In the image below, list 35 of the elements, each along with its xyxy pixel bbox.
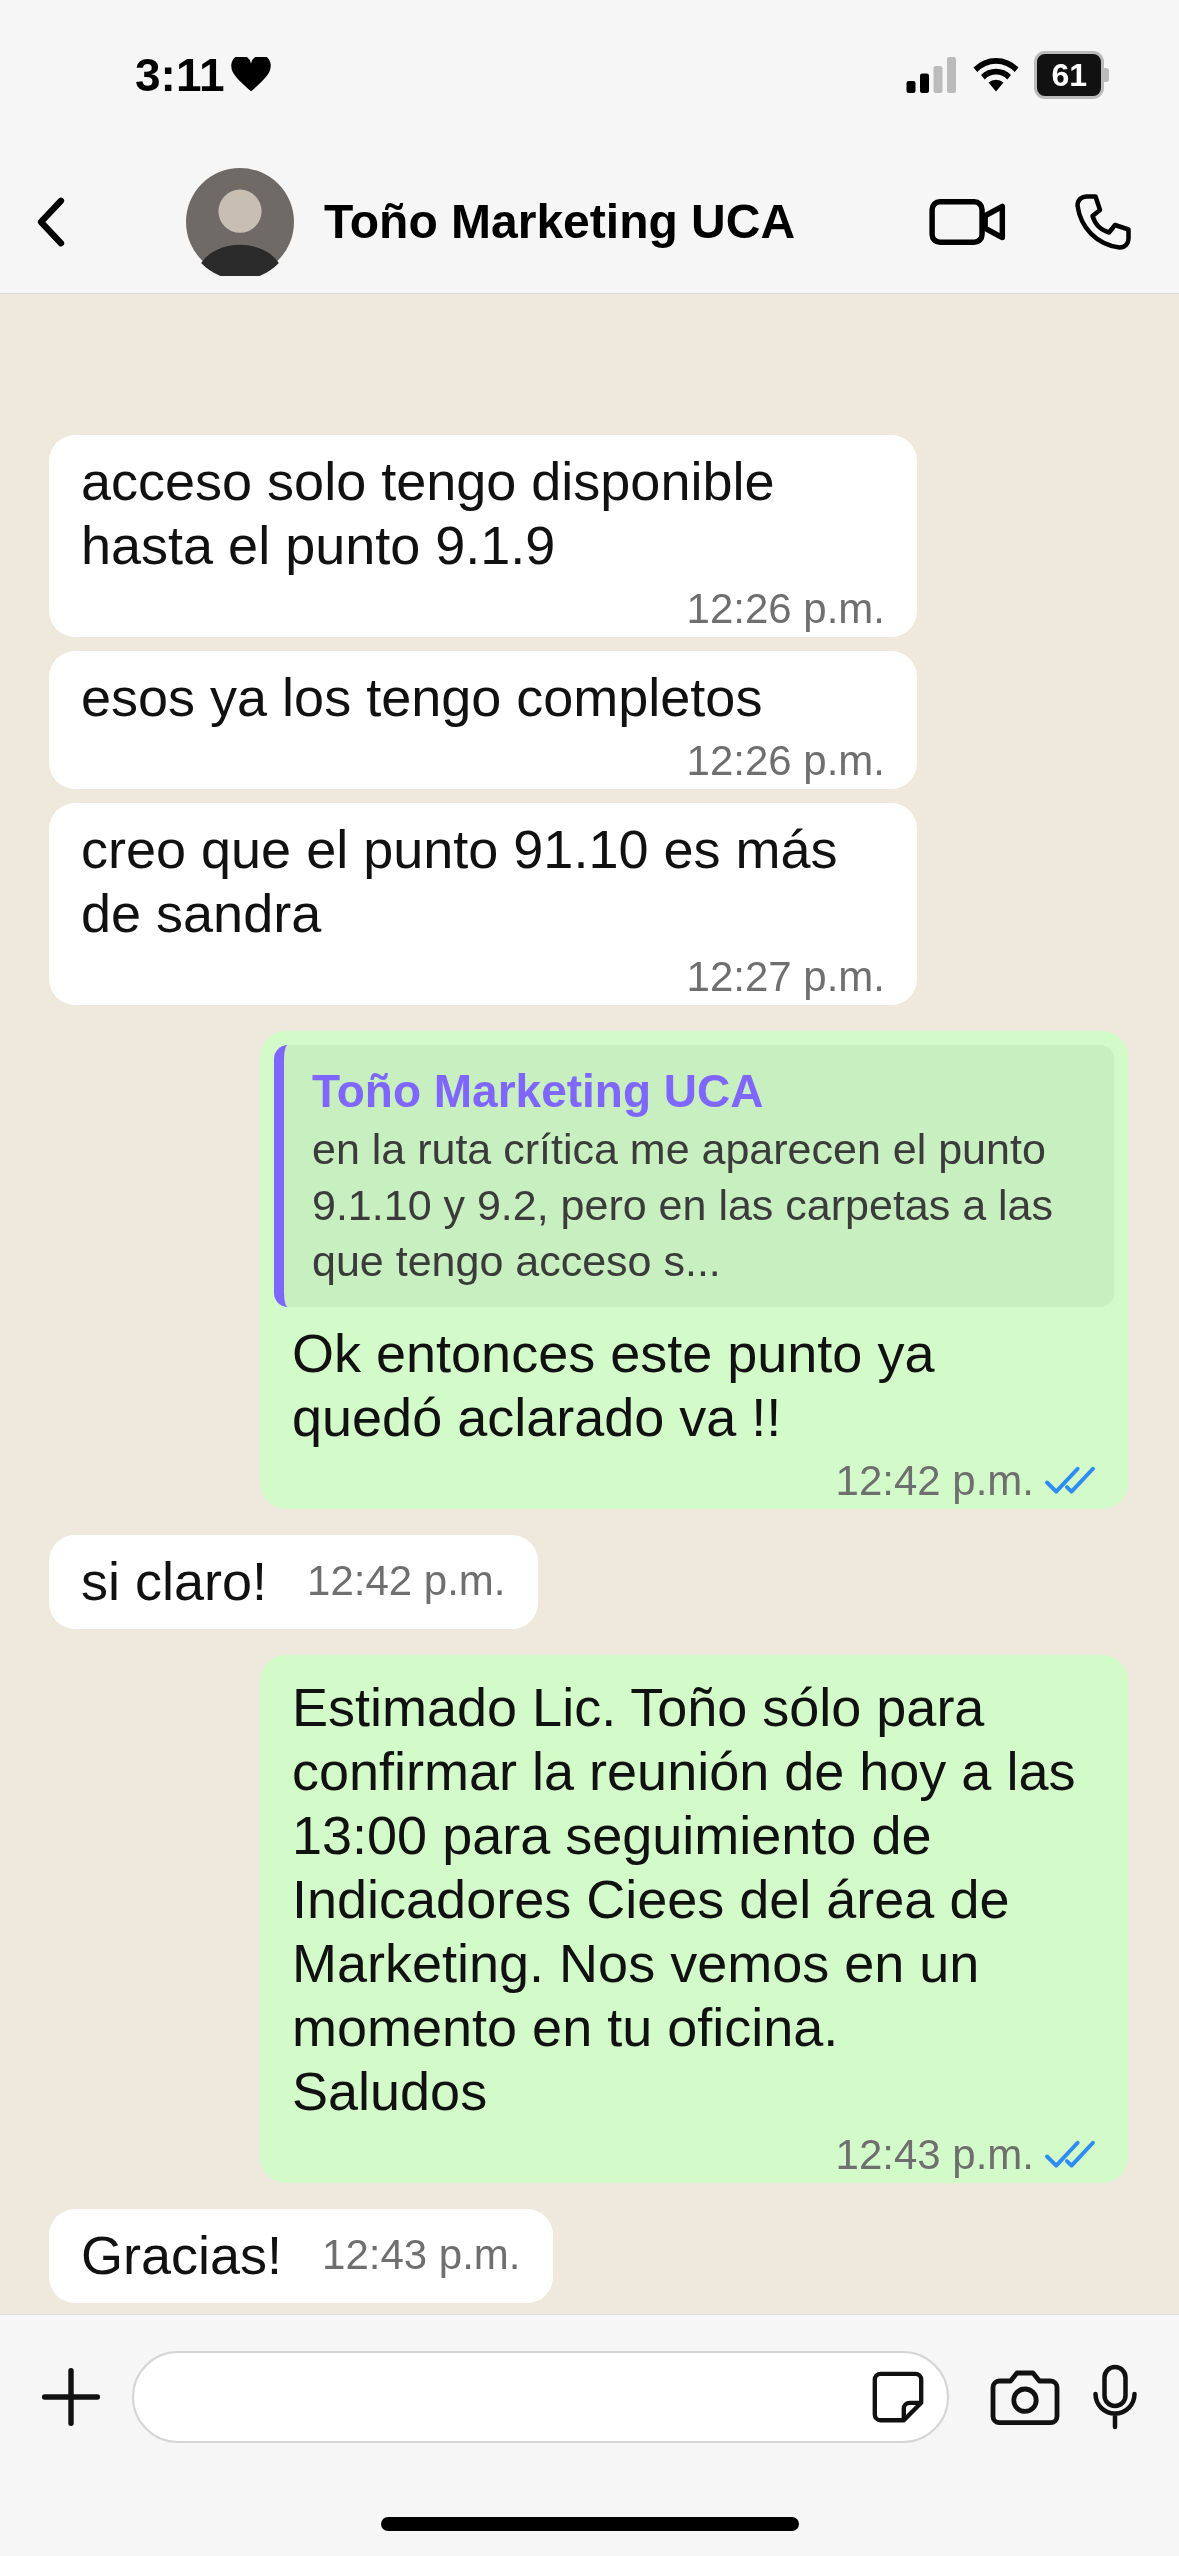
microphone-icon[interactable] [1091,2364,1139,2430]
back-icon[interactable] [36,196,66,247]
message-bubble[interactable]: acceso solo tengo disponible hasta el punto 9.1.9 12:26 p.m. [49,435,917,637]
message-text: Ok entonces este punto ya quedó aclarado va !! [292,1322,936,1449]
message-bubble[interactable]: Estimado Lic. Toño sólo para confirmar la reunión de hoy a las 13:00 para seguimiento de Indicadores Ciees del área de Marketing. Nos vemos en un momento en tu oficina. Saludos 12:43 p.m. [260,1655,1128,2183]
message-bubble[interactable]: Toño Marketing UCA en la ruta crítica me aparecen el punto 9.1.10 y 9.2, pero en las carpetas a las que tengo acceso s... Ok entonces este punto ya quedó aclarado va !! 12:42 p.m. [260,1031,1128,1509]
heart-icon [230,57,271,93]
message-time: 12:26 p.m. [686,587,885,631]
message-time: 12:42 p.m. [307,1559,506,1603]
quote-text: en la ruta crítica me aparecen el punto 9.1.10 y 9.2, pero en las carpetas a las que tengo acceso s... [312,1124,1054,1287]
message-time: 12:43 p.m. [835,2133,1034,2177]
message-bubble[interactable]: esos ya los tengo completos 12:26 p.m. [49,651,917,789]
message-bubble[interactable]: Gracias! 12:43 p.m. [49,2209,553,2303]
message-bubble[interactable]: creo que el punto 91.10 es más de sandra 12:27 p.m. [49,803,917,1005]
avatar[interactable] [186,167,294,276]
signal-icon [906,57,959,93]
quote-author: Toño Marketing UCA [312,1064,765,1119]
contact-name[interactable]: Toño Marketing UCA [324,194,796,249]
message-time: 12:43 p.m. [322,2233,521,2277]
quoted-message[interactable]: Toño Marketing UCA en la ruta crítica me aparecen el punto 9.1.10 y 9.2, pero en las carpetas a las que tengo acceso s... [274,1045,1114,1307]
wifi-icon [972,57,1021,93]
video-call-icon[interactable] [929,196,1007,247]
phone-icon[interactable] [1073,191,1133,252]
message-text: acceso solo tengo disponible hasta el punto 9.1.9 [81,450,776,577]
message-text: esos ya los tengo completos [81,666,763,729]
plus-icon[interactable] [40,2366,102,2428]
message-time: 12:42 p.m. [835,1459,1034,1503]
message-time: 12:27 p.m. [686,955,885,999]
status-time: 3:11 [135,48,225,102]
message-time: 12:26 p.m. [686,739,885,783]
message-text: creo que el punto 91.10 es más de sandra [81,818,839,945]
message-text: Gracias! [81,2224,283,2287]
message-text: si claro! [81,1550,268,1613]
message-bubble[interactable]: si claro! 12:42 p.m. [49,1535,538,1629]
message-text: Estimado Lic. Toño sólo para confirmar la reunión de hoy a las 13:00 para seguimiento de Indicadores Ciees del área de Marketing. Nos vemos en un momento en tu oficina. Saludos [292,1676,1077,2123]
